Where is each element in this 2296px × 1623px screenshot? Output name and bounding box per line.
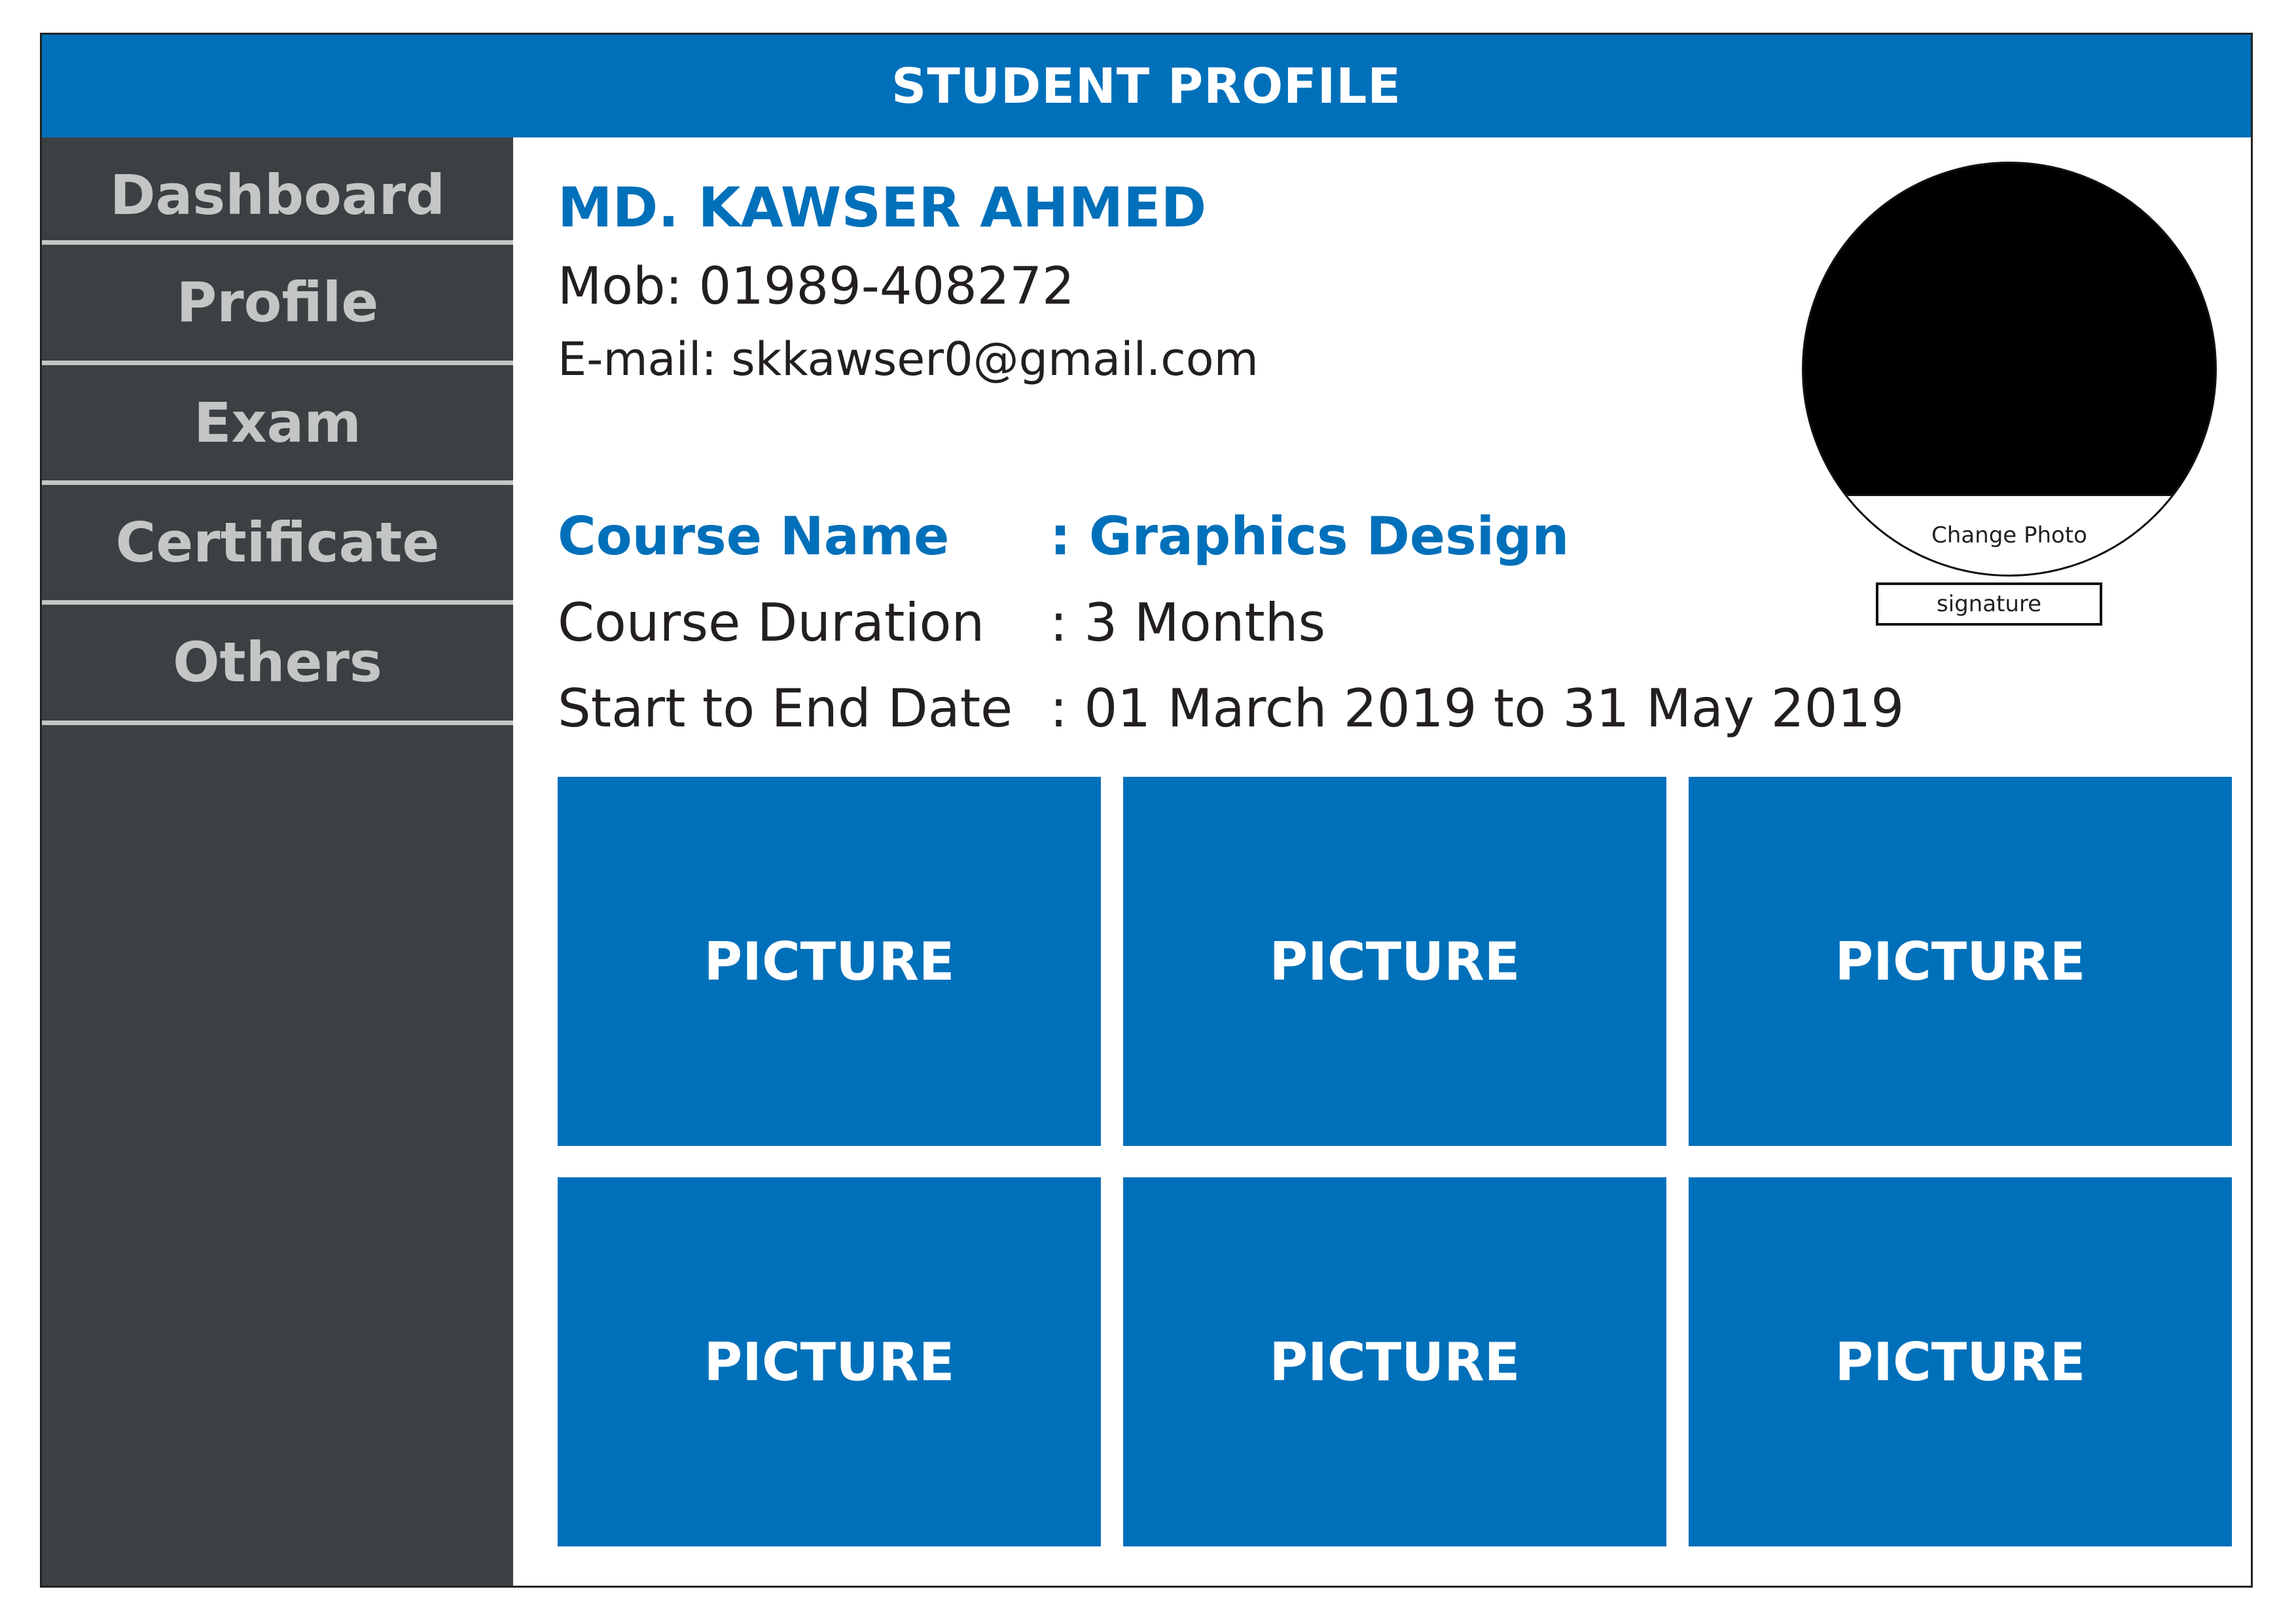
signature-box[interactable]: signature xyxy=(1876,582,2102,626)
sidebar-divider xyxy=(42,600,513,605)
picture-tile[interactable]: PICTURE xyxy=(1689,777,2232,1146)
picture-tile[interactable]: PICTURE xyxy=(558,1177,1101,1546)
course-name-value: : Graphics Design xyxy=(1050,506,1570,567)
sidebar-item-label: Profile xyxy=(176,270,379,334)
sidebar-item-label: Certificate xyxy=(115,510,440,575)
sidebar-item-certificate[interactable]: Certificate xyxy=(42,485,513,600)
profile-card: STUDENT PROFILE Dashboard Profile Exam C… xyxy=(40,33,2253,1588)
student-mobile: Mob: 01989-408272 xyxy=(558,257,1075,316)
page-header: STUDENT PROFILE xyxy=(42,35,2251,137)
student-email: E-mail: skkawser0@gmail.com xyxy=(558,332,1259,386)
profile-photo: Change Photo xyxy=(1802,162,2217,577)
sidebar-item-exam[interactable]: Exam xyxy=(42,365,513,480)
course-name-label: Course Name xyxy=(558,506,950,567)
course-duration-value: : 3 Months xyxy=(1050,592,1326,653)
sidebar-divider xyxy=(42,721,513,725)
picture-tile[interactable]: PICTURE xyxy=(558,777,1101,1146)
sidebar-item-label: Others xyxy=(173,630,382,694)
sidebar-divider xyxy=(42,361,513,365)
sidebar-divider xyxy=(42,480,513,485)
main-content: MD. KAWSER AHMED Mob: 01989-408272 E-mai… xyxy=(513,137,2251,1586)
sidebar: Dashboard Profile Exam Certificate Other… xyxy=(42,137,513,1586)
change-photo-button[interactable]: Change Photo xyxy=(1804,494,2215,575)
student-name: MD. KAWSER AHMED xyxy=(558,175,1207,240)
page-title: STUDENT PROFILE xyxy=(891,58,1401,115)
sidebar-item-others[interactable]: Others xyxy=(42,605,513,720)
course-dates-label: Start to End Date xyxy=(558,678,1013,739)
picture-tile[interactable]: PICTURE xyxy=(1123,1177,1666,1546)
course-duration-label: Course Duration xyxy=(558,592,985,653)
sidebar-item-label: Exam xyxy=(194,391,361,455)
picture-tile[interactable]: PICTURE xyxy=(1689,1177,2232,1546)
course-dates-value: : 01 March 2019 to 31 May 2019 xyxy=(1050,678,1905,739)
sidebar-item-dashboard[interactable]: Dashboard xyxy=(42,137,513,253)
sidebar-item-profile[interactable]: Profile xyxy=(42,245,513,360)
sidebar-divider xyxy=(42,240,513,245)
sidebar-item-label: Dashboard xyxy=(109,163,446,227)
picture-tile[interactable]: PICTURE xyxy=(1123,777,1666,1146)
